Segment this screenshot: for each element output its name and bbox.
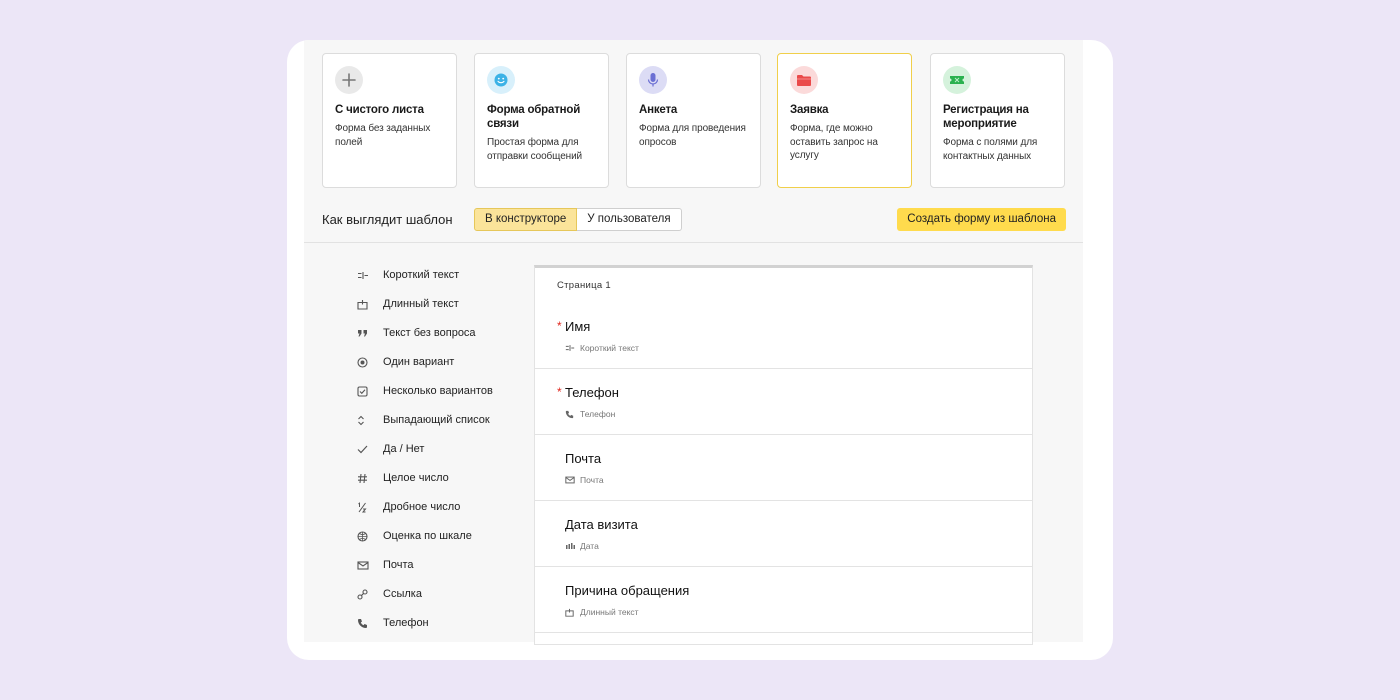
phone-icon (357, 616, 379, 630)
form-question[interactable]: * Имя Короткий текст (535, 303, 1032, 369)
short-text-icon (565, 343, 576, 353)
field-type-single-choice[interactable]: Один вариант (357, 355, 537, 384)
question-type: Телефон (565, 409, 615, 419)
plus-icon (335, 66, 363, 94)
question-title: Дата визита (565, 517, 638, 532)
question-title: Телефон (565, 385, 619, 400)
template-card-request[interactable]: Заявка Форма, где можно оставить запрос … (777, 53, 912, 188)
field-type-link[interactable]: Ссылка (357, 587, 537, 616)
template-card-event-registration[interactable]: Регистрация на мероприятие Форма с полям… (930, 53, 1065, 188)
field-type-label: Телефон (383, 617, 429, 629)
field-type-label: Текст без вопроса (383, 327, 476, 339)
smiley-icon (487, 66, 515, 94)
field-type-label: Ссылка (383, 588, 422, 600)
fraction-icon (357, 500, 379, 514)
form-question[interactable]: * Телефон Телефон (535, 369, 1032, 435)
create-form-from-template-button[interactable]: Создать форму из шаблона (897, 208, 1066, 231)
form-question[interactable]: Почта Почта (535, 435, 1032, 501)
preview-label: Как выглядит шаблон (322, 212, 453, 227)
question-type-label: Дата (580, 541, 599, 551)
dropdown-icon (357, 413, 379, 427)
field-type-long-text[interactable]: Длинный текст (357, 297, 537, 326)
question-type: Дата (565, 541, 599, 551)
field-type-yes-no[interactable]: Да / Нет (357, 442, 537, 471)
form-question[interactable]: Причина обращения Длинный текст (535, 567, 1032, 633)
preview-toolbar: Как выглядит шаблон В конструкторе У пол… (322, 208, 1066, 232)
template-card-feedback[interactable]: Форма обратной связи Простая форма для о… (474, 53, 609, 188)
card-description: Форма без заданных полей (335, 123, 431, 148)
question-type: Длинный текст (565, 607, 639, 617)
radio-icon (357, 355, 379, 369)
mail-icon (357, 558, 379, 572)
field-type-integer[interactable]: Целое число (357, 471, 537, 500)
folder-icon (790, 66, 818, 94)
field-type-label: Несколько вариантов (383, 385, 493, 397)
card-title: Форма обратной связи (487, 104, 581, 130)
view-user-button[interactable]: У пользователя (577, 208, 682, 231)
long-text-icon (357, 297, 379, 311)
field-type-email[interactable]: Почта (357, 558, 537, 587)
card-description: Форма, где можно оставить запрос на услу… (790, 123, 878, 161)
question-type-label: Почта (580, 475, 604, 485)
template-card-blank[interactable]: С чистого листа Форма без заданных полей (322, 53, 457, 188)
mail-icon (565, 475, 576, 485)
field-type-label: Да / Нет (383, 443, 425, 455)
question-type: Почта (565, 475, 604, 485)
field-type-label: Короткий текст (383, 269, 460, 281)
link-icon (357, 587, 379, 601)
question-title: Имя (565, 319, 591, 334)
check-icon (357, 442, 379, 456)
question-type-label: Короткий текст (580, 343, 639, 353)
required-mark: * (557, 385, 562, 399)
field-type-phone[interactable]: Телефон (357, 616, 537, 645)
field-type-scale-rating[interactable]: Оценка по шкале (357, 529, 537, 558)
field-type-label: Почта (383, 559, 414, 571)
view-switch: В конструкторе У пользователя (474, 208, 682, 231)
field-type-label: Целое число (383, 472, 449, 484)
field-type-short-text[interactable]: Короткий текст (357, 268, 537, 297)
long-text-icon (565, 607, 576, 617)
ticket-icon (943, 66, 971, 94)
question-type-label: Телефон (580, 409, 616, 419)
form-question[interactable]: Дата визита Дата (535, 501, 1032, 567)
card-description: Простая форма для отправки сообщений (487, 137, 583, 162)
template-card-survey[interactable]: Анкета Форма для проведения опросов (626, 53, 761, 188)
microphone-icon (639, 66, 667, 94)
field-type-label: Один вариант (383, 356, 455, 368)
scale-icon (357, 529, 379, 543)
screenshot-frame: С чистого листа Форма без заданных полей… (287, 40, 1113, 660)
question-title: Почта (565, 451, 602, 466)
phone-icon (565, 409, 576, 419)
card-description: Форма для проведения опросов (639, 123, 746, 148)
short-text-icon (357, 268, 379, 282)
field-type-text-no-question[interactable]: Текст без вопроса (357, 326, 537, 355)
field-type-label: Длинный текст (383, 298, 459, 310)
question-type-label: Длинный текст (580, 607, 639, 617)
field-type-label: Дробное число (383, 501, 461, 513)
card-title: Заявка (790, 104, 829, 116)
card-title: С чистого листа (335, 104, 424, 116)
template-cards: С чистого листа Форма без заданных полей… (322, 53, 1066, 188)
quote-icon (357, 326, 379, 340)
field-type-label: Выпадающий список (383, 414, 490, 426)
question-title: Причина обращения (565, 583, 690, 598)
checkbox-icon (357, 384, 379, 398)
question-type: Короткий текст (565, 343, 639, 353)
card-title: Регистрация на мероприятие (943, 104, 1029, 130)
card-description: Форма с полями для контактных данных (943, 137, 1038, 162)
page-label: Страница 1 (557, 280, 611, 291)
field-types-list: Короткий текст Длинный текст Текст без в… (357, 268, 537, 645)
view-constructor-button[interactable]: В конструкторе (474, 208, 578, 231)
hash-icon (357, 471, 379, 485)
template-gallery: С чистого листа Форма без заданных полей… (304, 40, 1083, 645)
divider (304, 242, 1083, 243)
field-type-label: Оценка по шкале (383, 530, 472, 542)
field-type-multiple-choice[interactable]: Несколько вариантов (357, 384, 537, 413)
field-type-decimal[interactable]: Дробное число (357, 500, 537, 529)
field-type-dropdown[interactable]: Выпадающий список (357, 413, 537, 442)
date-icon (565, 541, 576, 551)
required-mark: * (557, 319, 562, 333)
card-title: Анкета (639, 104, 678, 116)
form-preview: Страница 1 * Имя Короткий текст * Телефо… (534, 265, 1033, 645)
